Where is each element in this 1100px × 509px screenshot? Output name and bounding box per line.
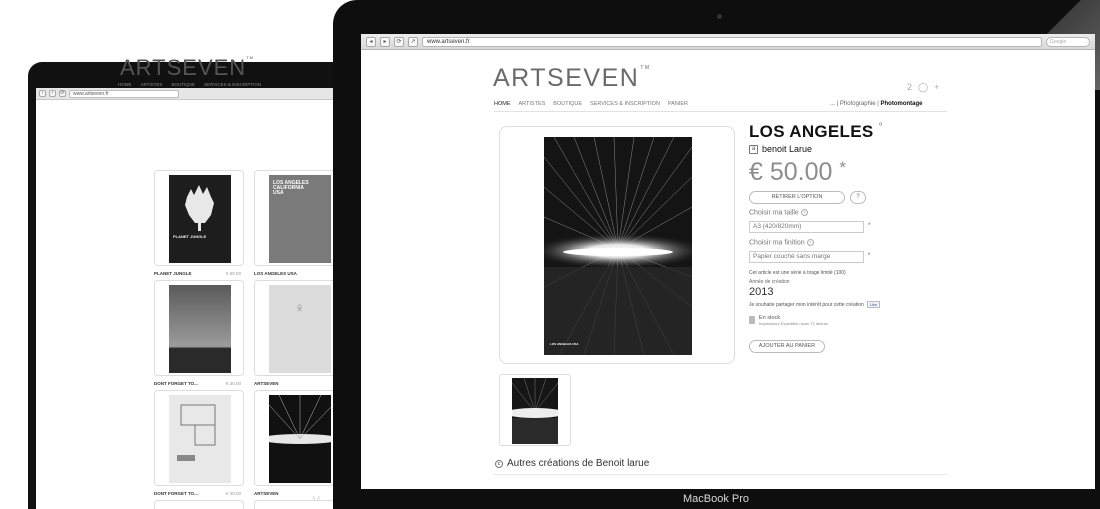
left-product-caption[interactable]: DONT FORGET TO... — [154, 491, 198, 496]
left-product-card[interactable]: OK — [254, 280, 344, 376]
left-product-caption[interactable]: PLANET JUNGLE — [154, 271, 192, 276]
dont-forget-poster — [169, 285, 231, 373]
artseven-poster-text: OK — [295, 304, 302, 312]
left-product-card[interactable] — [254, 390, 344, 486]
finish-label: Choisir ma finition? — [749, 239, 814, 246]
poster-caption: LOS ANGELES USA — [550, 342, 579, 346]
left-product-caption[interactable]: ARTSEVEN — [254, 491, 279, 496]
stock-icon — [749, 316, 755, 324]
left-nav-artistes[interactable]: ARTISTES — [141, 82, 163, 87]
cart-count-icon[interactable]: 2 — [907, 82, 912, 93]
browser-toolbar: ◂ ▸ ⟳ ↗ www.artseven.fr Google — [361, 34, 1095, 50]
help-button[interactable]: ? — [850, 191, 866, 204]
los-angeles-poster-small — [269, 395, 331, 483]
site-nav: HOME ARTISTES BOUTIQUE SERVICES & INSCRI… — [494, 101, 688, 107]
breadcrumb-prefix[interactable]: ... | Photographie | — [830, 101, 879, 107]
left-product-caption[interactable]: DONT FORGET TO... — [154, 381, 198, 386]
planet-jungle-poster: PLANET JUNGLE — [169, 175, 231, 263]
product-image-card[interactable]: LOS ANGELES USA — [499, 126, 735, 364]
left-product-price: € 30.00 — [226, 491, 242, 496]
account-icon[interactable]: ◯ — [918, 82, 928, 93]
back-button[interactable]: ◂ — [366, 36, 376, 47]
limited-edition-note: Cet article est une série à tirage limit… — [749, 270, 846, 276]
left-nav-home[interactable]: HOME — [118, 82, 132, 87]
finish-select[interactable]: Papier couché sans marge — [749, 251, 864, 263]
left-product-price: € 50.00 — [226, 271, 242, 276]
los-angeles-poster: LOS ANGELES CALIFORNIA USA — [269, 175, 331, 263]
size-select[interactable]: A3 (420/820mm) — [749, 221, 864, 233]
stock-detail: Impression/ Expédition sous 72 heures — [759, 321, 828, 326]
thumbnail-image — [512, 378, 558, 444]
artist-icon: a — [749, 144, 758, 154]
nav-divider — [494, 111, 947, 112]
macbook-pro: ◂ ▸ ⟳ ↗ www.artseven.fr Google ARTSEVENT… — [333, 0, 1100, 509]
share-text: Je souhaite partager mon intérêt pour ce… — [749, 301, 864, 308]
floorplan-poster — [169, 395, 231, 483]
creation-year: 2013 — [749, 286, 774, 298]
more-creations-heading[interactable]: c Autres créations de Benoit larue — [495, 458, 649, 469]
product-mockup-scene: ‹ › ⟳ www.artseven.fr M ARTSEVENTM HOME … — [0, 0, 1100, 509]
left-back-button[interactable]: ‹ — [39, 90, 46, 97]
product-artist[interactable]: a benoit Larue — [749, 144, 812, 154]
left-browser-toolbar: ‹ › ⟳ www.artseven.fr — [36, 88, 351, 100]
left-product-card[interactable] — [154, 280, 244, 376]
search-field[interactable]: Google — [1046, 36, 1090, 47]
planet-jungle-poster-text: PLANET JUNGLE — [173, 234, 207, 239]
left-site-logo[interactable]: ARTSEVENTM — [120, 55, 254, 81]
left-site-nav: HOME ARTISTES BOUTIQUE SERVICES & INSCRI… — [118, 82, 261, 87]
forward-button[interactable]: ▸ — [380, 36, 390, 47]
left-nav-services[interactable]: SERVICES & INSCRIPTION — [204, 82, 261, 87]
los-angeles-poster-text: LOS ANGELES CALIFORNIA USA — [273, 180, 309, 196]
left-product-card[interactable]: PLANET JUNGLE — [154, 170, 244, 266]
left-product-card[interactable] — [254, 500, 344, 509]
left-product-price: € 30.00 — [226, 381, 242, 386]
nav-panier[interactable]: PANIER — [668, 101, 688, 107]
product-price: € 50.00 * — [749, 158, 846, 186]
size-help-icon[interactable]: ? — [800, 209, 808, 216]
left-product-card[interactable] — [154, 500, 244, 509]
left-product-card[interactable] — [154, 390, 244, 486]
more-creations-divider — [494, 474, 947, 475]
nav-home[interactable]: HOME — [494, 101, 511, 107]
left-product-caption[interactable]: LOS ANGELES USA — [254, 271, 297, 276]
left-forward-button[interactable]: › — [49, 90, 56, 97]
like-button[interactable]: Like — [866, 301, 881, 308]
product-title: LOS ANGELES ° — [749, 122, 883, 141]
plus-icon[interactable]: + — [934, 82, 939, 93]
nav-services[interactable]: SERVICES & INSCRIPTION — [590, 101, 660, 107]
artseven-poster: OK — [269, 285, 331, 373]
camera-icon — [717, 14, 722, 19]
share-button[interactable]: ↗ — [408, 36, 418, 47]
year-label: Année de création — [749, 279, 790, 285]
site-logo[interactable]: ARTSEVENTM — [493, 66, 651, 91]
left-product-caption[interactable]: ARTSEVEN — [254, 381, 279, 386]
device-label: MacBook Pro — [683, 493, 750, 505]
remove-option-button[interactable]: RETIRER L'OPTION — [749, 191, 845, 204]
breadcrumb-current: Photomontage — [880, 101, 923, 107]
left-nav-boutique[interactable]: BOUTIQUE — [171, 82, 195, 87]
left-product-card[interactable]: LOS ANGELES CALIFORNIA USA — [254, 170, 344, 266]
left-address-bar[interactable]: www.artseven.fr — [69, 89, 179, 98]
nav-boutique[interactable]: BOUTIQUE — [553, 101, 582, 107]
finish-help-icon[interactable]: ? — [806, 239, 814, 246]
share-row: Je souhaite partager mon intérêt pour ce… — [749, 301, 881, 308]
nav-artistes[interactable]: ARTISTES — [519, 101, 546, 107]
more-creations-title: Autres créations de Benoit larue — [507, 458, 650, 469]
left-reload-button[interactable]: ⟳ — [59, 90, 66, 97]
breadcrumb: ... | Photographie | Photomontage — [830, 101, 923, 107]
stock-status: En stock Impression/ Expédition sous 72 … — [749, 315, 828, 326]
add-to-cart-button[interactable]: AJOUTER AU PANIER — [749, 340, 825, 353]
size-label: Choisir ma taille? — [749, 209, 808, 216]
address-bar[interactable]: www.artseven.fr — [422, 36, 1042, 47]
product-thumbnail[interactable] — [499, 374, 571, 446]
reload-button[interactable]: ⟳ — [394, 36, 404, 47]
header-icons: 2 ◯ + — [907, 82, 939, 93]
artist-name[interactable]: benoit Larue — [762, 144, 812, 154]
finish-required-mark: * — [868, 253, 871, 259]
main-screen: ◂ ▸ ⟳ ↗ www.artseven.fr Google ARTSEVENT… — [361, 34, 1095, 489]
light-burst-image — [544, 137, 692, 355]
creations-icon: c — [495, 459, 503, 468]
product-poster-image: LOS ANGELES USA — [544, 137, 692, 355]
size-required-mark: * — [868, 223, 871, 229]
